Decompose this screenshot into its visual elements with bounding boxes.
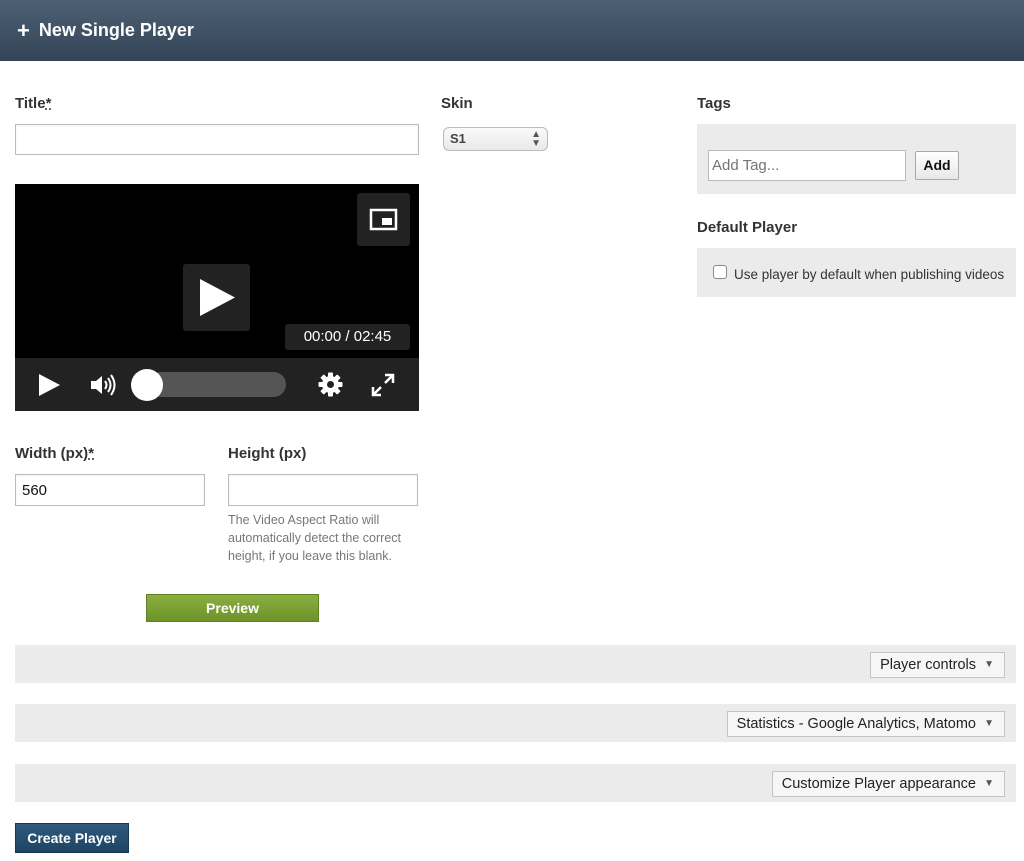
player-controls-toggle[interactable]: Player controls ▼ [870,652,1005,678]
gear-icon[interactable] [318,372,343,397]
create-player-button[interactable]: Create Player [15,823,129,853]
page-header: + New Single Player [0,0,1024,61]
appearance-toggle[interactable]: Customize Player appearance ▼ [771,771,1005,797]
width-input[interactable] [15,474,205,506]
play-icon[interactable] [37,373,61,397]
time-display: 00:00 / 02:45 [285,324,410,350]
caret-down-icon: ▼ [984,659,994,670]
title-label: Title* [15,95,52,112]
height-input[interactable] [228,474,418,506]
video-player: 00:00 / 02:45 [15,184,419,411]
statistics-section: Statistics - Google Analytics, Matomo ▼ [15,704,1016,742]
height-help-text: The Video Aspect Ratio will automaticall… [228,513,401,563]
caret-down-icon: ▼ [984,778,994,789]
preview-button[interactable]: Preview [146,594,319,622]
skin-label: Skin [441,95,473,112]
plus-icon: + [17,17,30,43]
title-input[interactable] [15,124,419,155]
volume-icon[interactable] [90,373,118,397]
caret-down-icon: ▼ [984,718,994,729]
page-title: New Single Player [38,20,194,40]
tags-label: Tags [697,95,731,112]
statistics-toggle[interactable]: Statistics - Google Analytics, Matomo ▼ [726,711,1005,737]
default-player-checkbox-label: Use player by default when publishing vi… [734,267,1005,282]
default-player-checkbox[interactable] [713,265,727,279]
big-play-button[interactable] [183,264,250,331]
player-controls-section: Player controls ▼ [15,645,1016,683]
tags-panel: Add [697,124,1016,194]
control-bar [15,358,419,411]
required-mark: * [88,445,95,462]
default-player-label: Default Player [697,219,798,236]
width-label: Width (px)* [15,445,95,462]
tag-input[interactable] [708,150,906,181]
default-player-panel: Use player by default when publishing vi… [697,248,1016,297]
select-arrows-icon: ▲ ▼ [531,129,541,149]
skin-select[interactable]: S1 ▲ ▼ [443,127,548,151]
progress-knob[interactable] [131,369,163,401]
required-mark: * [45,95,52,112]
progress-bar[interactable] [148,372,286,397]
add-tag-button[interactable]: Add [915,151,959,180]
appearance-section: Customize Player appearance ▼ [15,764,1016,802]
skin-select-value: S1 [450,131,466,146]
fullscreen-icon[interactable] [371,373,395,397]
picture-in-picture-icon[interactable] [357,193,410,246]
height-label: Height (px) [228,445,307,462]
